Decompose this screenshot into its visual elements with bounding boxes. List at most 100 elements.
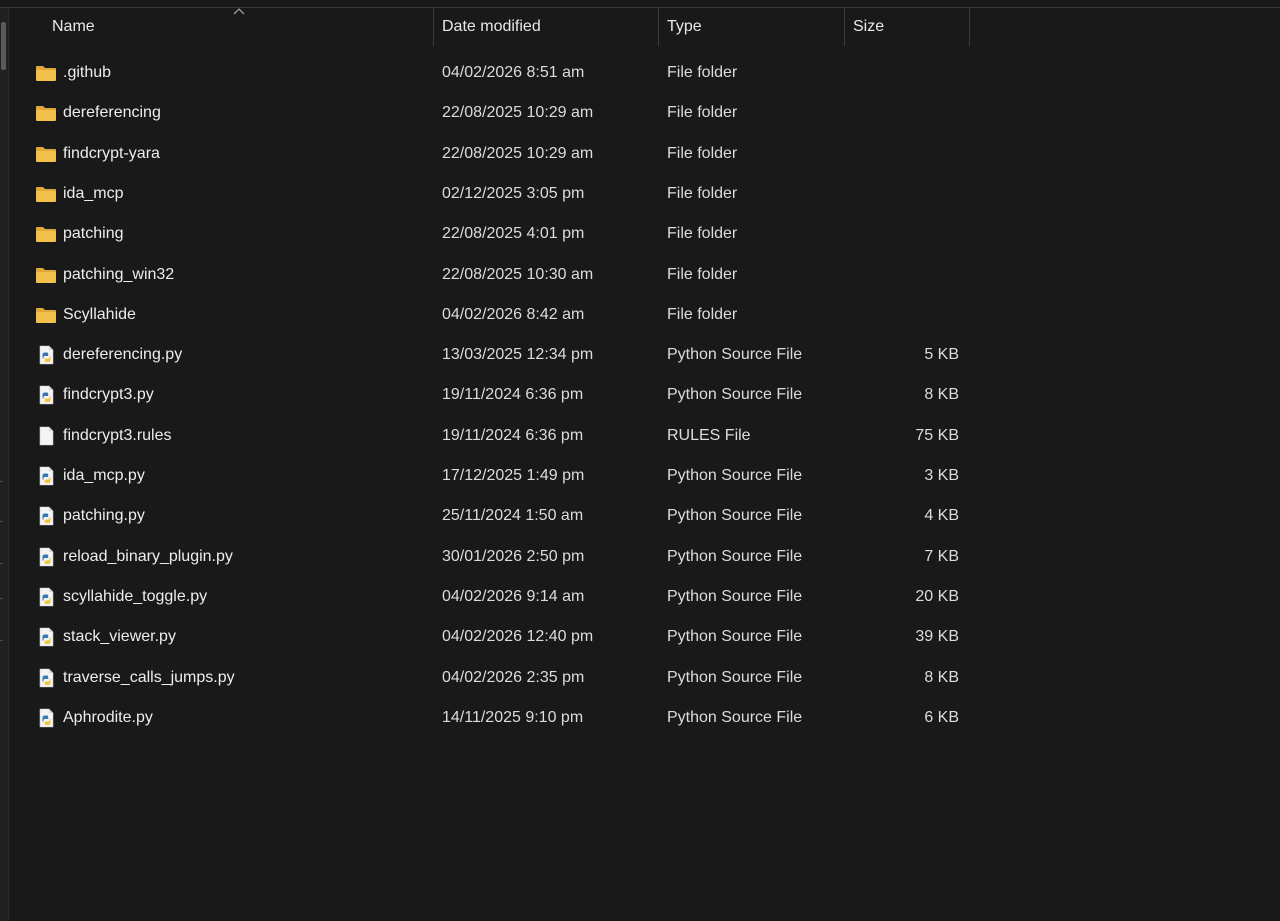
file-type: File folder (667, 64, 738, 81)
file-date-modified: 22/08/2025 10:30 am (442, 265, 594, 283)
file-name: patching.py (63, 507, 145, 525)
file-type: Python Source File (667, 346, 803, 364)
file-date-modified: 30/01/2026 2:50 pm (442, 547, 585, 565)
file-date-modified: 04/02/2026 12:40 pm (442, 628, 594, 646)
file-type: File folder (667, 184, 738, 202)
python-file-icon (35, 587, 57, 607)
file-size: 3 KB (924, 467, 959, 484)
file-row[interactable]: patching.py 25/11/2024 1:50 am Python Sour… (9, 496, 969, 536)
file-row[interactable]: Aphrodite.py 14/11/2025 9:10 pm Python Sou… (9, 698, 969, 738)
file-date-modified: 17/12/2025 1:49 pm (442, 467, 585, 484)
python-file-icon (35, 547, 57, 567)
file-name: patching (63, 225, 124, 243)
file-row[interactable]: ida_mcp.py 17/12/2025 1:49 pm Python Sourc… (9, 456, 969, 496)
file-type: Python Source File (667, 507, 803, 525)
file-name: traverse_calls_jumps.py (63, 668, 235, 686)
file-size: 20 KB (915, 587, 959, 605)
file-date-modified: 22/08/2025 4:01 pm (442, 225, 585, 243)
folder-icon (35, 184, 57, 204)
file-size: 8 KB (924, 386, 959, 404)
file-type: Python Source File (667, 547, 803, 565)
file-type: Python Source File (667, 668, 803, 686)
file-row[interactable]: traverse_calls_jumps.py 04/02/2026 2:35 p… (9, 658, 969, 698)
folder-row[interactable]: dereferencing 22/08/2025 10:29 am File fol… (9, 93, 969, 133)
column-header-size-label: Size (853, 18, 885, 35)
file-name: scyllahide_toggle.py (63, 587, 208, 605)
column-header-name-label: Name (52, 18, 95, 35)
column-header-date-modified[interactable]: Date modified (434, 8, 659, 46)
file-type: Python Source File (667, 628, 803, 646)
file-size (859, 53, 959, 93)
python-file-icon (35, 385, 57, 405)
file-date-modified: 04/02/2026 8:42 am (442, 305, 585, 323)
file-size (859, 255, 959, 295)
navigation-pane-scrollbar-thumb[interactable] (1, 22, 6, 70)
python-file-icon (35, 627, 57, 647)
file-type: File folder (667, 305, 738, 323)
file-name: reload_binary_plugin.py (63, 547, 233, 565)
column-header-name[interactable]: Name (9, 8, 434, 46)
file-date-modified: 22/08/2025 10:29 am (442, 144, 594, 162)
file-date-modified: 04/02/2026 2:35 pm (442, 668, 585, 686)
file-size: 6 KB (924, 708, 959, 726)
file-size (859, 174, 959, 214)
file-type: File folder (667, 225, 738, 243)
file-explorer-window: Name Date modified Type Size .github 04/0… (0, 0, 1280, 921)
file-type: Python Source File (667, 587, 803, 605)
file-size: 7 KB (924, 547, 959, 565)
file-name: .github (63, 64, 112, 81)
folder-icon (35, 144, 57, 164)
file-row[interactable]: dereferencing.py 13/03/2025 12:34 pm Pytho… (9, 335, 969, 375)
file-date-modified: 19/11/2024 6:36 pm (442, 426, 584, 444)
folder-row[interactable]: ida_mcp 02/12/2025 3:05 pm File folder (9, 174, 969, 214)
file-date-modified: 04/02/2026 8:51 am (442, 64, 585, 81)
file-type: Python Source File (667, 467, 803, 484)
file-row[interactable]: stack_viewer.py 04/02/2026 12:40 pm Python… (9, 617, 969, 657)
file-size: 8 KB (924, 668, 959, 686)
folder-row[interactable]: findcrypt-yara 22/08/2025 10:29 am File fo… (9, 134, 969, 174)
folder-row[interactable]: Scyllahide 04/02/2026 8:42 am File folder (9, 295, 969, 335)
folder-row[interactable]: patching_win32 22/08/2025 10:30 am File fo… (9, 255, 969, 295)
folder-icon (35, 224, 57, 244)
file-name: findcrypt3.py (63, 386, 154, 404)
file-date-modified: 02/12/2025 3:05 pm (442, 184, 585, 202)
python-file-icon (35, 668, 57, 688)
pane-tick-mark (0, 598, 3, 599)
folder-row[interactable]: .github 04/02/2026 8:51 am File folder (9, 53, 969, 93)
column-header-size[interactable]: Size (845, 8, 970, 46)
file-type: Python Source File (667, 386, 803, 404)
python-file-icon (35, 345, 57, 365)
column-header-type[interactable]: Type (659, 8, 845, 46)
file-row[interactable]: findcrypt3.py 19/11/2024 6:36 pm Python So… (9, 375, 969, 415)
file-date-modified: 14/11/2025 9:10 pm (442, 708, 584, 726)
folder-icon (35, 305, 57, 325)
folder-row[interactable]: patching 22/08/2025 4:01 pm File folder (9, 214, 969, 254)
navigation-pane-edge[interactable] (0, 8, 9, 921)
file-size (859, 295, 959, 335)
file-size (859, 214, 959, 254)
file-date-modified: 13/03/2025 12:34 pm (442, 346, 594, 364)
file-type: RULES File (667, 426, 751, 444)
file-type: File folder (667, 144, 738, 162)
file-name: Aphrodite.py (63, 708, 153, 726)
file-row[interactable]: scyllahide_toggle.py 04/02/2026 9:14 am Py… (9, 577, 969, 617)
file-size (859, 134, 959, 174)
file-date-modified: 19/11/2024 6:36 pm (442, 386, 584, 404)
file-name: ida_mcp.py (63, 467, 145, 484)
python-file-icon (35, 506, 57, 526)
pane-tick-mark (0, 481, 3, 482)
column-header-row: Name Date modified Type Size (9, 8, 1280, 46)
file-name: ida_mcp (63, 184, 124, 202)
pane-tick-mark (0, 640, 3, 641)
sort-ascending-icon (233, 8, 245, 15)
file-type: Python Source File (667, 708, 803, 726)
file-type: File folder (667, 104, 738, 122)
file-row[interactable]: findcrypt3.rules 19/11/2024 6:36 pm RULES … (9, 416, 969, 456)
file-name: patching_win32 (63, 265, 175, 283)
file-name: Scyllahide (63, 305, 136, 323)
file-row[interactable]: reload_binary_plugin.py 30/01/2026 2:50 p… (9, 537, 969, 577)
file-name: findcrypt-yara (63, 144, 160, 162)
file-name: stack_viewer.py (63, 628, 176, 646)
file-size: 4 KB (924, 507, 959, 525)
folder-icon (35, 265, 57, 285)
